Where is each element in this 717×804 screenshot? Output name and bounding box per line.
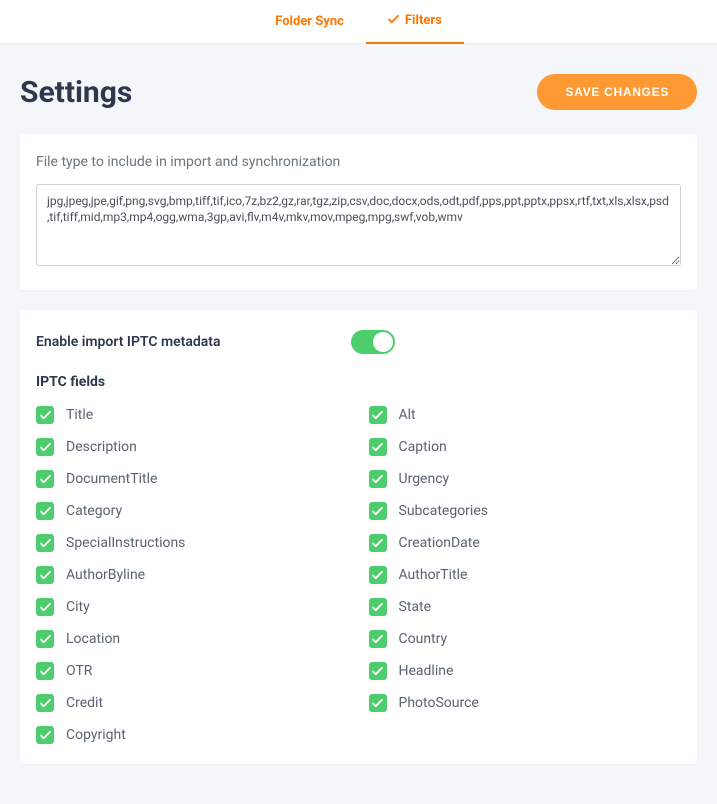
field-label: Copyright bbox=[66, 727, 126, 743]
checkbox[interactable] bbox=[36, 662, 54, 680]
iptc-field-authorbyline: AuthorByline bbox=[36, 566, 349, 584]
field-label: DocumentTitle bbox=[66, 471, 157, 487]
field-label: SpecialInstructions bbox=[66, 535, 185, 551]
checkbox[interactable] bbox=[369, 694, 387, 712]
iptc-field-creationdate: CreationDate bbox=[369, 534, 682, 552]
tab-filters[interactable]: Filters bbox=[366, 0, 464, 44]
iptc-field-documenttitle: DocumentTitle bbox=[36, 470, 349, 488]
page-header: Settings SAVE CHANGES bbox=[20, 44, 697, 134]
field-label: Description bbox=[66, 439, 137, 455]
tab-label: Filters bbox=[405, 13, 442, 28]
iptc-field-credit: Credit bbox=[36, 694, 349, 712]
field-label: AuthorTitle bbox=[399, 567, 468, 583]
iptc-field-authortitle: AuthorTitle bbox=[369, 566, 682, 584]
field-label: Headline bbox=[399, 663, 454, 679]
field-label: Country bbox=[399, 631, 448, 647]
iptc-toggle[interactable] bbox=[351, 330, 395, 354]
field-label: OTR bbox=[66, 663, 92, 679]
iptc-field-caption: Caption bbox=[369, 438, 682, 456]
iptc-field-category: Category bbox=[36, 502, 349, 520]
iptc-field-city: City bbox=[36, 598, 349, 616]
tab-label: Folder Sync bbox=[275, 14, 344, 29]
field-label: State bbox=[399, 599, 432, 615]
iptc-field-alt: Alt bbox=[369, 406, 682, 424]
file-type-card: File type to include in import and synch… bbox=[20, 134, 697, 290]
checkbox[interactable] bbox=[36, 470, 54, 488]
checkbox[interactable] bbox=[369, 406, 387, 424]
tab-folder-sync[interactable]: Folder Sync bbox=[253, 0, 366, 44]
field-label: Title bbox=[66, 407, 93, 423]
checkbox[interactable] bbox=[36, 534, 54, 552]
page-title: Settings bbox=[20, 75, 132, 110]
checkbox[interactable] bbox=[369, 534, 387, 552]
iptc-field-otr: OTR bbox=[36, 662, 349, 680]
checkbox[interactable] bbox=[369, 438, 387, 456]
checkbox[interactable] bbox=[369, 566, 387, 584]
field-label: Urgency bbox=[399, 471, 450, 487]
iptc-field-specialinstructions: SpecialInstructions bbox=[36, 534, 349, 552]
iptc-field-description: Description bbox=[36, 438, 349, 456]
checkbox[interactable] bbox=[36, 406, 54, 424]
checkbox[interactable] bbox=[36, 598, 54, 616]
checkbox[interactable] bbox=[369, 598, 387, 616]
field-label: Caption bbox=[399, 439, 447, 455]
checkbox[interactable] bbox=[36, 566, 54, 584]
field-label: Location bbox=[66, 631, 120, 647]
iptc-field-copyright: Copyright bbox=[36, 726, 349, 744]
checkbox[interactable] bbox=[36, 502, 54, 520]
iptc-section-title: IPTC fields bbox=[36, 374, 681, 390]
field-label: Subcategories bbox=[399, 503, 488, 519]
iptc-fields-grid: Title Alt Description Caption DocumentTitle U… bbox=[36, 406, 681, 744]
checkbox[interactable] bbox=[36, 438, 54, 456]
field-label: Credit bbox=[66, 695, 103, 711]
iptc-toggle-label: Enable import IPTC metadata bbox=[36, 334, 221, 350]
iptc-field-state: State bbox=[369, 598, 682, 616]
field-label: AuthorByline bbox=[66, 567, 145, 583]
iptc-field-photosource: PhotoSource bbox=[369, 694, 682, 712]
checkbox[interactable] bbox=[369, 662, 387, 680]
checkbox[interactable] bbox=[369, 470, 387, 488]
file-type-label: File type to include in import and synch… bbox=[36, 154, 681, 170]
tab-bar: Folder Sync Filters bbox=[0, 0, 717, 44]
field-label: CreationDate bbox=[399, 535, 480, 551]
iptc-card: Enable import IPTC metadata IPTC fields … bbox=[20, 310, 697, 764]
file-type-input[interactable] bbox=[36, 184, 681, 266]
iptc-field-subcategories: Subcategories bbox=[369, 502, 682, 520]
iptc-field-headline: Headline bbox=[369, 662, 682, 680]
iptc-field-title: Title bbox=[36, 406, 349, 424]
check-icon bbox=[388, 13, 399, 28]
field-label: PhotoSource bbox=[399, 695, 479, 711]
field-label: Alt bbox=[399, 407, 416, 423]
checkbox[interactable] bbox=[369, 630, 387, 648]
checkbox[interactable] bbox=[36, 726, 54, 744]
iptc-field-country: Country bbox=[369, 630, 682, 648]
iptc-field-urgency: Urgency bbox=[369, 470, 682, 488]
checkbox[interactable] bbox=[36, 694, 54, 712]
iptc-field-location: Location bbox=[36, 630, 349, 648]
field-label: Category bbox=[66, 503, 122, 519]
checkbox[interactable] bbox=[369, 502, 387, 520]
checkbox[interactable] bbox=[36, 630, 54, 648]
field-label: City bbox=[66, 599, 90, 615]
save-button[interactable]: SAVE CHANGES bbox=[537, 74, 697, 110]
